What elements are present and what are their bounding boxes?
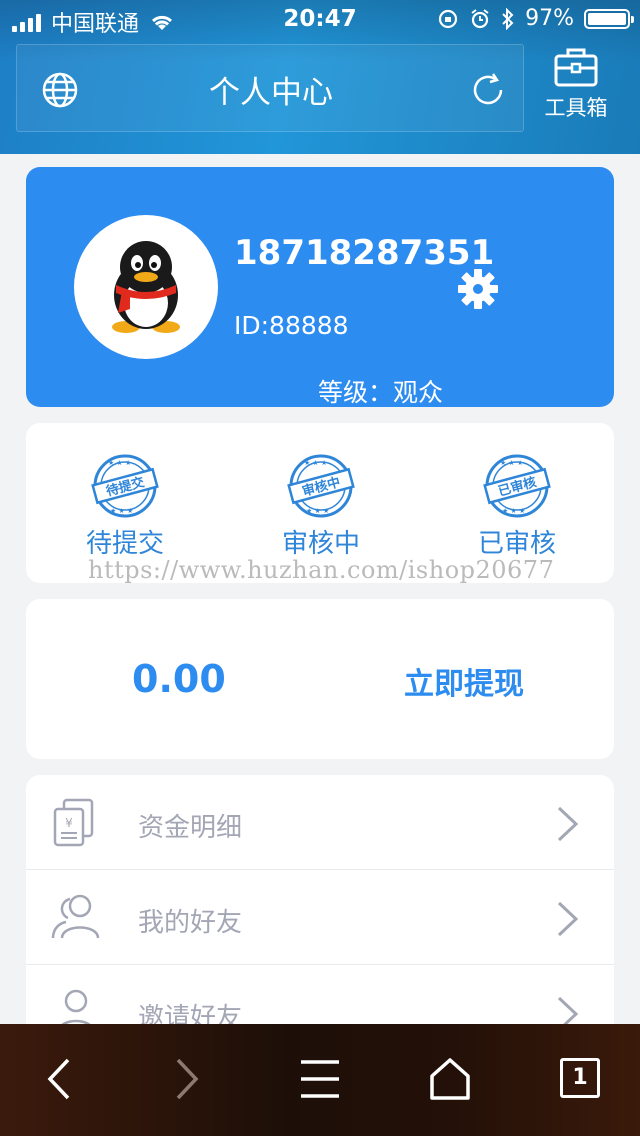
refresh-icon[interactable]: [469, 71, 507, 109]
back-arrow-icon[interactable]: [42, 1054, 76, 1104]
battery-icon: [584, 8, 634, 29]
chevron-right-icon: [557, 901, 579, 937]
balance-amount: 0.00: [132, 657, 226, 701]
page-title: 个人中心: [209, 75, 333, 111]
status-bar: 中国联通 20:47 97%: [0, 0, 640, 40]
status-label: 已审核: [477, 529, 556, 559]
money-document-icon: ¥: [53, 798, 94, 847]
browser-toolbar: 1: [0, 1024, 640, 1136]
balance-card: 0.00 立即提现: [26, 599, 614, 759]
menu-icon[interactable]: [298, 1058, 342, 1100]
toolbox-button[interactable]: 工具箱: [540, 46, 612, 122]
user-id: ID:88888: [234, 311, 349, 340]
svg-text:★ ★ ★: ★ ★ ★: [108, 459, 131, 467]
tabs-count-button[interactable]: 1: [560, 1058, 600, 1098]
svg-text:¥: ¥: [65, 816, 73, 830]
profile-card: 18718287351 ID:88888 等级：观众: [26, 167, 614, 407]
friends-icon: [51, 894, 100, 939]
status-reviewed[interactable]: ★ ★ ★ ★ ★ ★ 已审核 已审核: [452, 453, 582, 560]
menu-item-my-friends[interactable]: 我的好友: [26, 870, 614, 965]
alarm-icon: [471, 8, 489, 28]
bluetooth-icon: [502, 7, 514, 30]
rotation-lock-icon: [438, 9, 458, 28]
menu-item-label: 资金明细: [138, 813, 243, 843]
home-icon[interactable]: [428, 1054, 472, 1104]
settings-gear-icon[interactable]: [456, 267, 500, 311]
chevron-right-icon: [557, 806, 579, 842]
stamp-icon: ★ ★ ★ ★ ★ ★ 待提交: [91, 454, 159, 518]
svg-text:★ ★ ★: ★ ★ ★: [502, 507, 525, 515]
status-in-review[interactable]: ★ ★ ★ ★ ★ ★ 审核中 审核中: [256, 453, 386, 560]
avatar[interactable]: [74, 215, 218, 359]
app-header: 中国联通 20:47 97% 个人中心 工具箱: [0, 0, 640, 154]
menu-item-fund-details[interactable]: ¥ 资金明细: [26, 775, 614, 870]
nav-bar: 个人中心: [16, 44, 524, 132]
withdraw-button[interactable]: 立即提现: [404, 659, 524, 703]
status-pending-submit[interactable]: ★ ★ ★ ★ ★ ★ 待提交 待提交: [60, 453, 190, 560]
svg-text:★ ★ ★: ★ ★ ★: [110, 507, 133, 515]
toolbox-label: 工具箱: [544, 96, 608, 120]
stamp-icon: ★ ★ ★ ★ ★ ★ 审核中: [287, 454, 355, 518]
status-label: 审核中: [281, 529, 360, 559]
briefcase-icon: [554, 48, 598, 87]
svg-text:★ ★ ★: ★ ★ ★: [500, 459, 523, 467]
penguin-avatar-icon: [112, 241, 180, 333]
stamp-icon: ★ ★ ★ ★ ★ ★ 已审核: [483, 454, 551, 518]
user-level: 等级：观众: [318, 378, 444, 407]
forward-arrow-icon[interactable]: [170, 1054, 204, 1104]
watermark-text: https://www.huzhan.com/ishop20677: [88, 556, 555, 584]
status-label: 待提交: [85, 529, 164, 559]
battery-percent: 97%: [525, 6, 574, 31]
menu-item-label: 我的好友: [138, 908, 243, 938]
svg-text:★ ★ ★: ★ ★ ★: [306, 507, 329, 515]
svg-text:★ ★ ★: ★ ★ ★: [304, 459, 327, 467]
